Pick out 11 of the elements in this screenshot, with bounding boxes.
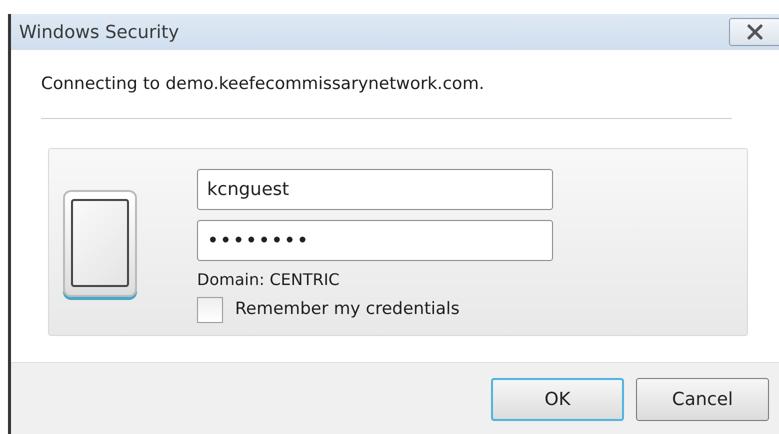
connection-message: Connecting to demo.keefecommissarynetwork.com.	[41, 73, 486, 96]
window-title: Windows Security	[19, 20, 179, 44]
cancel-button[interactable]: Cancel	[636, 378, 769, 421]
close-icon	[746, 24, 764, 40]
password-field[interactable]: ••••••••	[197, 220, 553, 260]
remember-label: Remember my credentials	[235, 298, 460, 321]
ok-button[interactable]: OK	[491, 378, 624, 421]
domain-label: Domain: CENTRIC	[197, 268, 341, 290]
remember-checkbox[interactable]	[197, 296, 223, 322]
username-field[interactable]: kcnguest	[197, 168, 553, 210]
close-button[interactable]	[729, 18, 779, 46]
